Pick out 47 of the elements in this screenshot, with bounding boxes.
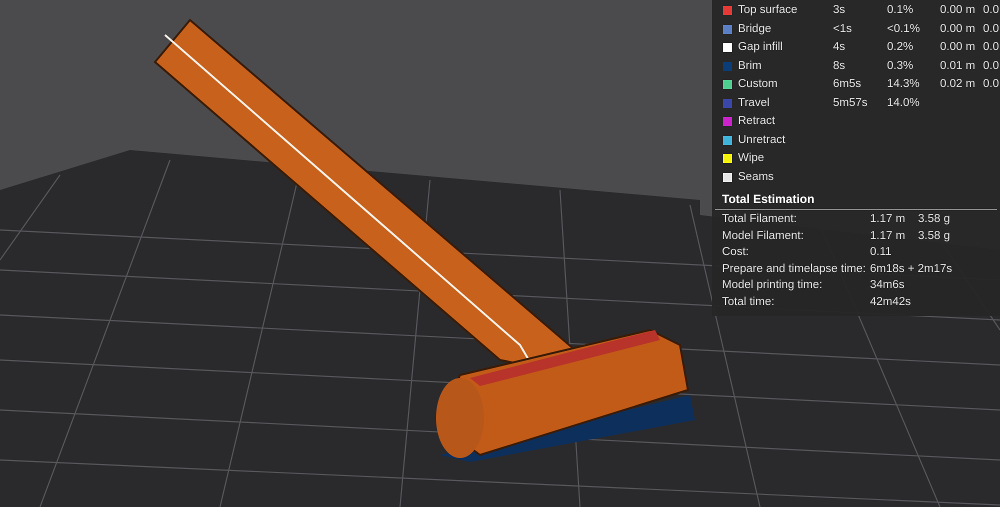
- estimation-value: 0.11: [870, 245, 892, 260]
- legend-weight: 0.0: [983, 40, 999, 55]
- legend-label: Travel: [738, 96, 770, 110]
- estimation-label: Cost:: [722, 245, 750, 260]
- legend-weight: 0.0: [983, 77, 999, 92]
- legend-weight: 0.0: [983, 3, 999, 18]
- legend-time: <1s: [833, 22, 852, 36]
- estimation-value: 42m42s: [870, 294, 911, 310]
- estimation-value: 34m6s: [870, 278, 905, 294]
- legend-percent: 0.1%: [887, 3, 914, 18]
- legend-time: 4s: [833, 40, 846, 55]
- legend-label: Top surface: [738, 3, 798, 18]
- legend-length: 0.00 m: [940, 3, 976, 18]
- legend-label: Unretract: [738, 132, 786, 148]
- estimation-value: 3.58 g: [918, 212, 950, 227]
- estimation-value: 6m18s + 2m17s: [870, 262, 952, 277]
- legend-percent: 14.0%: [887, 96, 920, 110]
- legend-percent: 14.3%: [887, 77, 920, 92]
- section-title: Total Estimation: [721, 191, 816, 208]
- legend-time: 5m57s: [833, 96, 868, 110]
- legend-length: 0.00 m: [940, 40, 976, 55]
- legend-weight: 0.0: [983, 58, 999, 74]
- legend-percent: <0.1%: [887, 22, 920, 36]
- legend-weight: 0.0: [983, 22, 999, 36]
- legend-time: 8s: [833, 58, 846, 74]
- legend-label: Bridge: [738, 22, 772, 36]
- legend-percent: 0.2%: [887, 40, 914, 55]
- legend-label: Wipe: [738, 151, 764, 166]
- legend-label: Brim: [738, 58, 762, 74]
- estimation-label: Model Filament:: [722, 228, 805, 244]
- legend-time: 3s: [833, 3, 846, 18]
- legend-label: Gap infill: [738, 40, 783, 55]
- estimation-value: 1.17 m: [870, 228, 906, 244]
- legend-label: Custom: [738, 77, 778, 92]
- legend-percent: 0.3%: [887, 58, 914, 74]
- legend-length: 0.01 m: [940, 58, 976, 74]
- legend-label: Retract: [738, 114, 776, 129]
- estimation-value: 3.58 g: [918, 228, 950, 244]
- legend-length: 0.02 m: [940, 77, 976, 92]
- estimation-label: Total Filament:: [722, 212, 798, 227]
- estimation-label: Total time:: [722, 294, 776, 310]
- legend-time: 6m5s: [833, 77, 862, 92]
- estimation-label: Model printing time:: [722, 278, 824, 294]
- legend-length: 0.00 m: [940, 22, 976, 36]
- legend-label: Seams: [738, 170, 774, 184]
- estimation-label: Prepare and timelapse time:: [722, 262, 867, 277]
- estimation-value: 1.17 m: [870, 212, 906, 227]
